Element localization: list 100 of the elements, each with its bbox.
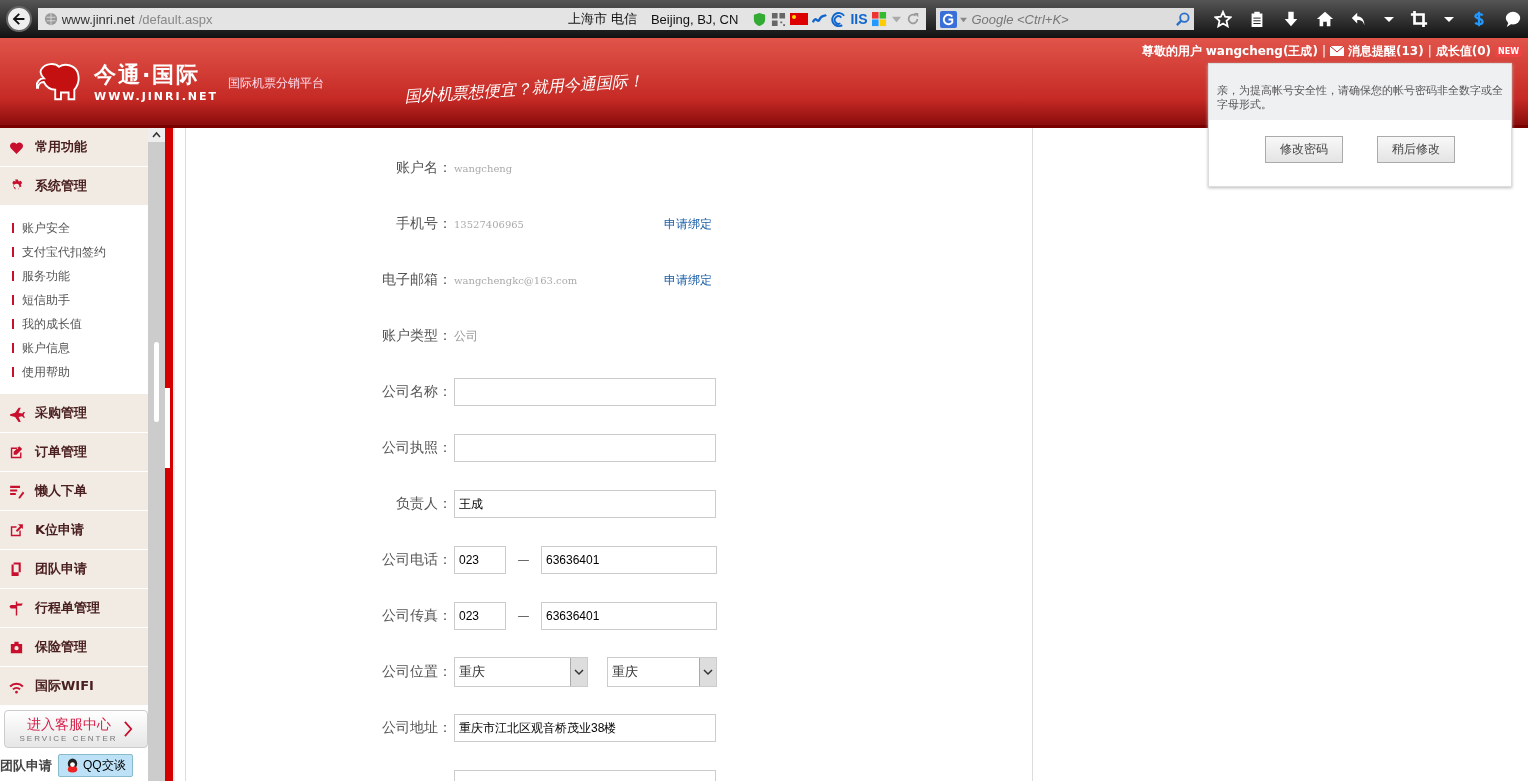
sidebar-item[interactable]: 使用帮助 bbox=[12, 360, 148, 384]
globe-icon bbox=[43, 12, 58, 26]
search-field[interactable]: Google <Ctrl+K> bbox=[935, 8, 1194, 30]
shield-icon[interactable] bbox=[752, 11, 768, 27]
number-field[interactable]: 63636401 bbox=[541, 546, 717, 574]
field-label: 公司名称： bbox=[381, 383, 453, 401]
growth-link[interactable]: 成长值(0) bbox=[1435, 42, 1491, 60]
popup-button[interactable]: 修改密码 bbox=[1265, 136, 1343, 163]
user-greeting: 尊敬的用户 wangcheng(王成) bbox=[1141, 42, 1318, 60]
chevron-icon bbox=[123, 720, 133, 738]
sidebar-item[interactable]: 服务功能 bbox=[12, 264, 148, 288]
sidebar-group[interactable]: 保险管理 bbox=[0, 628, 148, 667]
brand-name: 今通·国际 bbox=[94, 61, 202, 89]
slogan: 国外机票想便宜？就用今通国际！ bbox=[403, 70, 645, 109]
group-label: 团队申请 bbox=[35, 560, 87, 578]
separator: | bbox=[1321, 44, 1326, 58]
qr-icon[interactable] bbox=[771, 11, 787, 27]
province-select[interactable]: 重庆 bbox=[454, 657, 588, 687]
signpost-icon bbox=[8, 599, 25, 617]
service-center-button[interactable]: 进入客服中心 SERVICE CENTER bbox=[4, 710, 148, 748]
field-label: 手机号： bbox=[395, 215, 453, 233]
group-label: 系统管理 bbox=[35, 177, 87, 195]
field-value: wangcheng bbox=[454, 162, 514, 174]
sidebar-group[interactable]: 国际WIFI bbox=[0, 667, 148, 706]
penguin-icon bbox=[65, 758, 80, 773]
chat-icon[interactable] bbox=[1504, 10, 1522, 28]
field-label: 公司执照： bbox=[381, 439, 453, 457]
input-field[interactable] bbox=[454, 434, 716, 462]
sidebar-group[interactable]: 采购管理 bbox=[0, 394, 148, 433]
sidebar-group[interactable]: 懒人下单 bbox=[0, 472, 148, 511]
field-value: 公司 bbox=[454, 327, 479, 345]
city-select[interactable]: 重庆 bbox=[607, 657, 717, 687]
field-label: 公司位置： bbox=[381, 663, 453, 681]
sidebar-group[interactable]: 团队申请 bbox=[0, 550, 148, 589]
group-label: 行程单管理 bbox=[35, 599, 100, 617]
sidebar-group[interactable]: 常用功能 bbox=[0, 128, 148, 167]
field-label: 公司地址： bbox=[381, 719, 453, 737]
bind-link[interactable]: 申请绑定 bbox=[664, 271, 712, 289]
separator: | bbox=[1427, 44, 1432, 58]
field-value: wangchengkc@163.com bbox=[454, 274, 579, 286]
url-path: /default.aspx bbox=[138, 11, 213, 27]
popup-message: 亲，为提高帐号安全性，请确保您的帐号密码非全数字或全字母形式。 bbox=[1209, 64, 1511, 120]
group-label: K位申请 bbox=[35, 521, 85, 539]
input-field[interactable]: 重庆市江北区观音桥茂业38楼 bbox=[454, 714, 716, 742]
group-label: 懒人下单 bbox=[35, 482, 87, 500]
new-badge: NEW bbox=[1495, 45, 1522, 57]
group-label: 采购管理 bbox=[35, 404, 87, 422]
sidebar-group[interactable]: 系统管理 bbox=[0, 167, 148, 206]
sidebar-item[interactable]: 账户安全 bbox=[12, 216, 148, 240]
sidebar-group[interactable]: K位申请 bbox=[0, 511, 148, 550]
dropdown-arrow-icon[interactable] bbox=[570, 658, 587, 686]
crop-icon[interactable] bbox=[1410, 10, 1428, 28]
home-icon[interactable] bbox=[1316, 10, 1334, 28]
address-bar[interactable]: www.jinri.net /default.aspx 上海市 电信 Beijing, BJ, CN IIS bbox=[37, 8, 926, 30]
search-icon[interactable] bbox=[1175, 11, 1190, 27]
group-label: 国际WIFI bbox=[35, 677, 94, 695]
sidebar-item[interactable]: 短信助手 bbox=[12, 288, 148, 312]
url-host: www.jinri.net bbox=[61, 11, 135, 27]
swirl-icon[interactable] bbox=[831, 11, 847, 27]
field-value: 13527406965 bbox=[454, 218, 525, 230]
dash: — bbox=[516, 609, 531, 623]
input-field[interactable]: 王成 bbox=[454, 490, 716, 518]
dash: — bbox=[516, 553, 531, 567]
sidebar-item[interactable]: 支付宝代扣签约 bbox=[12, 240, 148, 264]
google-icon[interactable] bbox=[939, 10, 957, 28]
messages-link[interactable]: 消息提醒(13) bbox=[1347, 42, 1424, 60]
group-label: 保险管理 bbox=[35, 638, 87, 656]
sidebar-group[interactable]: 订单管理 bbox=[0, 433, 148, 472]
star-icon[interactable] bbox=[1214, 10, 1232, 28]
area-code-field[interactable]: 023 bbox=[454, 602, 506, 630]
field-label: 公司传真： bbox=[381, 607, 453, 625]
field-label: 负责人： bbox=[395, 495, 453, 513]
caret-icon[interactable] bbox=[1444, 14, 1454, 24]
geo-text: Beijing, BJ, CN bbox=[650, 11, 739, 27]
edit-icon bbox=[8, 443, 25, 461]
caret-icon[interactable] bbox=[1384, 14, 1394, 24]
popup-button[interactable]: 稍后修改 bbox=[1377, 136, 1455, 163]
bind-link[interactable]: 申请绑定 bbox=[664, 215, 712, 233]
mail-icon bbox=[1329, 46, 1344, 56]
field-label: 电子邮箱： bbox=[381, 271, 453, 289]
dropdown-arrow-icon[interactable] bbox=[699, 658, 716, 686]
flag-icon[interactable] bbox=[790, 13, 809, 25]
field-label: 账户类型： bbox=[381, 327, 453, 345]
iis-label[interactable]: IIS bbox=[850, 11, 868, 27]
tagline: 国际机票分销平台 bbox=[228, 75, 325, 92]
group-label: 常用功能 bbox=[35, 138, 87, 156]
field-label: 公司电话： bbox=[381, 551, 453, 569]
back-button[interactable] bbox=[6, 6, 32, 32]
team-label: 团队申请 bbox=[0, 756, 52, 775]
sidebar-item[interactable]: 我的成长值 bbox=[12, 312, 148, 336]
number-field[interactable]: 63636401 bbox=[541, 602, 717, 630]
sidebar-group[interactable]: 行程单管理 bbox=[0, 589, 148, 628]
area-code-field[interactable]: 023 bbox=[454, 546, 506, 574]
collapse-bar[interactable] bbox=[165, 128, 175, 781]
sidebar-item[interactable]: 账户信息 bbox=[12, 336, 148, 360]
search-input[interactable]: Google <Ctrl+K> bbox=[969, 10, 1172, 28]
input-field[interactable] bbox=[454, 378, 716, 406]
windows-icon[interactable] bbox=[871, 11, 887, 27]
download-icon[interactable] bbox=[1282, 10, 1300, 28]
qq-chat-button[interactable]: QQ交谈 bbox=[58, 754, 133, 777]
